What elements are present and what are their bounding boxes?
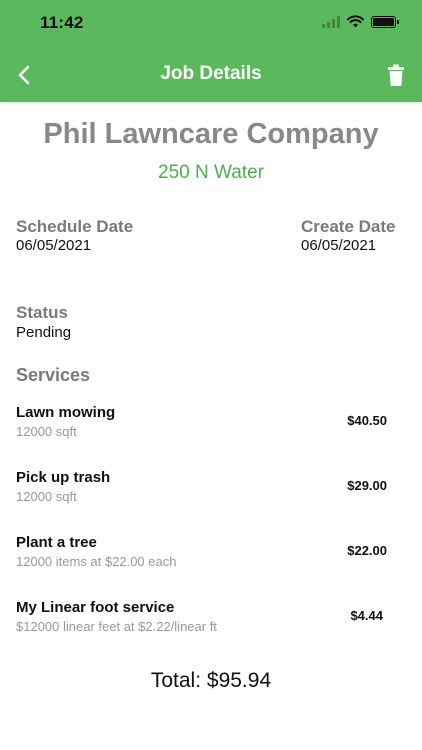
battery-icon <box>371 15 399 28</box>
delete-button[interactable] <box>384 62 408 88</box>
job-details-screen: 11:42 Job Details Phil Lawncare Company … <box>0 0 422 750</box>
total-amount: Total: $95.94 <box>150 669 272 692</box>
service-row-plant-a-tree[interactable]: Plant a tree 12000 items at $22.00 each … <box>16 534 406 578</box>
service-row-linear-foot-service[interactable]: My Linear foot service $12000 linear fee… <box>16 599 406 643</box>
trash-icon <box>388 64 404 86</box>
signal-icon <box>322 15 340 28</box>
service-detail: 12000 sqft <box>16 489 77 504</box>
service-name: My Linear foot service <box>16 599 175 616</box>
create-date-value: 06/05/2021 <box>301 237 377 254</box>
nav-title: Job Details <box>160 63 262 84</box>
status-icons <box>322 15 399 28</box>
service-row-lawn-mowing[interactable]: Lawn mowing 12000 sqft $40.50 <box>16 404 406 448</box>
schedule-date-label: Schedule Date <box>16 217 134 236</box>
service-price: $4.44 <box>350 608 383 623</box>
service-price: $40.50 <box>347 413 387 428</box>
service-name: Plant a tree <box>16 534 97 551</box>
service-detail: 12000 items at $22.00 each <box>16 554 177 569</box>
company-address: 250 N Water <box>158 162 264 183</box>
services-heading: Services <box>16 365 91 385</box>
status-time: 11:42 <box>40 13 84 32</box>
create-date-label: Create Date <box>301 217 396 236</box>
service-price: $29.00 <box>347 478 387 493</box>
status-label: Status <box>16 303 68 322</box>
wifi-icon <box>347 15 364 28</box>
status-value: Pending <box>16 324 72 341</box>
schedule-date-value: 06/05/2021 <box>16 237 92 254</box>
service-row-pick-up-trash[interactable]: Pick up trash 12000 sqft $29.00 <box>16 469 406 513</box>
app-header: 11:42 Job Details <box>0 0 422 102</box>
service-price: $22.00 <box>347 543 387 558</box>
company-name: Phil Lawncare Company <box>43 118 379 150</box>
service-name: Pick up trash <box>16 469 111 486</box>
service-detail: $12000 linear feet at $2.22/linear ft <box>16 619 217 634</box>
service-name: Lawn mowing <box>16 404 116 421</box>
service-detail: 12000 sqft <box>16 424 77 439</box>
